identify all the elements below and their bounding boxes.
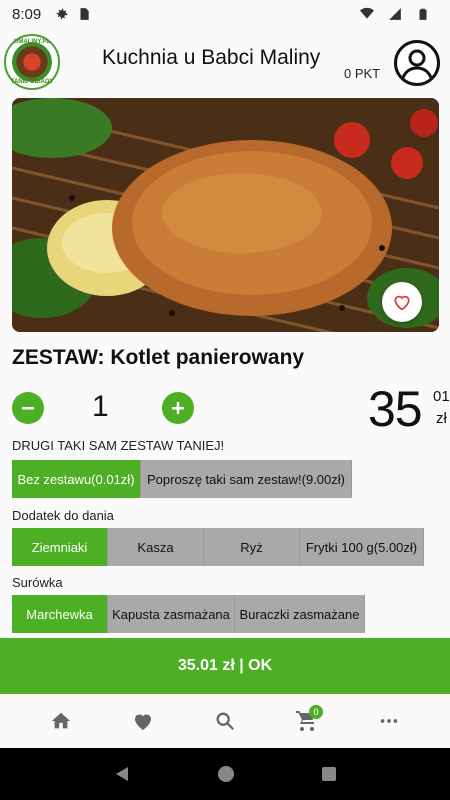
logo-text-bottom: TANIE OBIADY (10, 79, 54, 85)
home-icon (51, 712, 71, 729)
restaurant-logo[interactable]: UMALINY.PL TANIE OBIADY (4, 34, 60, 90)
minus-icon (22, 407, 34, 410)
decrease-quantity-button[interactable] (12, 392, 44, 424)
option-fried-cabbage[interactable]: Kapusta zasmażana (108, 595, 235, 633)
app-header: UMALINY.PL TANIE OBIADY Kuchnia u Babci … (0, 28, 450, 98)
back-icon[interactable] (113, 765, 131, 783)
wifi-icon (360, 7, 374, 19)
price-cents: 01 (433, 388, 450, 405)
quantity-price-row: 1 35 01 zł (12, 381, 450, 438)
section-label-set: DRUGI TAKI SAM ZESTAW TANIEJ! (12, 438, 225, 453)
confirm-order-button[interactable]: 35.01 zł | OK (0, 638, 450, 694)
settings-icon (56, 8, 68, 20)
more-icon (380, 719, 398, 723)
price-main: 35 (368, 381, 423, 437)
product-name: ZESTAW: Kotlet panierowany (12, 346, 305, 369)
status-bar: 8:09 (0, 0, 450, 28)
logo-text-top: UMALINY.PL (14, 39, 50, 45)
product-image (12, 98, 439, 332)
user-icon (400, 49, 434, 82)
favorite-button[interactable] (382, 282, 422, 322)
heart-icon (135, 714, 151, 730)
increase-quantity-button[interactable] (162, 392, 194, 424)
price-currency: zł (436, 410, 447, 427)
nav-search[interactable] (203, 699, 247, 743)
option-fried-beets[interactable]: Buraczki zasmażane (235, 595, 365, 633)
bottom-navigation: 0 (0, 694, 450, 748)
plus-icon (172, 402, 184, 414)
option-carrot[interactable]: Marchewka (12, 595, 108, 633)
nav-favorites[interactable] (121, 699, 165, 743)
profile-button[interactable] (394, 40, 440, 86)
signal-icon (389, 8, 401, 20)
logo-emblem (12, 42, 52, 82)
nav-home[interactable] (39, 699, 83, 743)
option-group-set: Bez zestawu(0.01zł) Poproszę taki sam ze… (12, 460, 352, 498)
option-potatoes[interactable]: Ziemniaki (12, 528, 108, 566)
system-navigation-bar (0, 748, 450, 800)
cart-badge: 0 (309, 705, 323, 719)
nav-cart[interactable]: 0 (285, 699, 329, 743)
option-rice[interactable]: Ryż (204, 528, 300, 566)
option-same-set[interactable]: Poproszę taki sam zestaw!(9.00zł) (141, 460, 352, 498)
option-no-set[interactable]: Bez zestawu(0.01zł) (12, 460, 141, 498)
option-group-side-dish: Ziemniaki Kasza Ryż Frytki 100 g(5.00zł) (12, 528, 424, 566)
option-groats[interactable]: Kasza (108, 528, 204, 566)
sd-card-icon (80, 8, 89, 20)
recents-icon[interactable] (321, 766, 337, 782)
option-group-salad: Marchewka Kapusta zasmażana Buraczki zas… (12, 595, 365, 633)
section-label-side-dish: Dodatek do dania (12, 508, 114, 523)
home-circle-icon[interactable] (217, 765, 235, 783)
food-illustration (12, 98, 439, 332)
section-label-salad: Surówka (12, 575, 63, 590)
option-fries[interactable]: Frytki 100 g(5.00zł) (300, 528, 424, 566)
points-counter: 0 PKT (344, 66, 381, 81)
nav-more[interactable] (367, 699, 411, 743)
heart-outline-icon (394, 295, 410, 311)
battery-icon (419, 8, 427, 20)
quantity-value: 1 (92, 390, 109, 423)
search-icon (216, 712, 235, 731)
restaurant-title: Kuchnia u Babci Maliny (102, 46, 321, 69)
status-time: 8:09 (12, 5, 42, 23)
